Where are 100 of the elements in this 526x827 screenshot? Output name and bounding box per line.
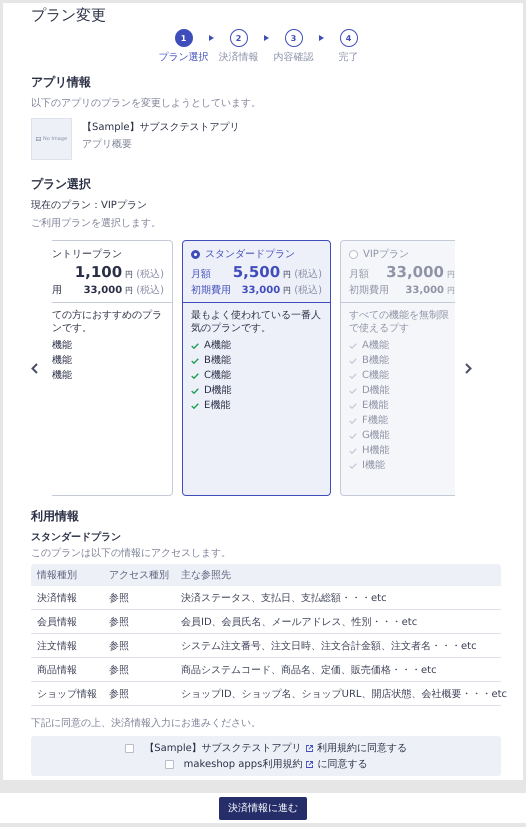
plan-name-heading: スタンダードプラン bbox=[31, 530, 122, 544]
step-label: 決済情報 bbox=[218, 50, 258, 64]
triangle-icon bbox=[264, 35, 268, 41]
currency-unit: 円 bbox=[447, 285, 455, 296]
feature-item: D機能 bbox=[204, 385, 232, 397]
terms-link[interactable]: 【Sample】サブスクテストアプリ bbox=[144, 741, 302, 755]
table-cell-text: 参照 bbox=[108, 640, 129, 652]
feature-item: C機能 bbox=[204, 370, 231, 382]
step-circle: 4 bbox=[340, 29, 358, 47]
table-cell-text: 決済情報 bbox=[36, 592, 77, 604]
feature-item: 機能 bbox=[52, 355, 72, 367]
feature-item: B機能 bbox=[362, 355, 389, 367]
tax-note: (税込) bbox=[294, 268, 322, 281]
check-icon bbox=[191, 373, 199, 379]
table-cell-text: 会員情報 bbox=[36, 616, 77, 628]
price-label: 用 bbox=[52, 284, 62, 297]
initial-price: 33,000 bbox=[84, 285, 122, 296]
next-button[interactable]: 決済情報に進む bbox=[219, 796, 307, 820]
table-cell-text: 注文情報 bbox=[36, 640, 77, 652]
feature-item: B機能 bbox=[204, 355, 231, 367]
check-icon bbox=[191, 403, 199, 409]
column-header: アクセス種別 bbox=[108, 569, 169, 582]
consent-text: に同意する bbox=[317, 758, 368, 771]
column-header: 情報種別 bbox=[36, 568, 77, 582]
feature-item: A機能 bbox=[362, 340, 389, 352]
step-circle: 3 bbox=[284, 29, 302, 47]
external-link-icon[interactable] bbox=[306, 760, 314, 768]
price-label: 月額 bbox=[349, 268, 369, 281]
current-plan: 現在のプラン：VIPプラン bbox=[31, 198, 148, 212]
currency-unit: 円 bbox=[283, 285, 292, 296]
chevron-right-icon[interactable] bbox=[465, 362, 472, 374]
helper-text: このプランは以下の情報にアクセスします。 bbox=[31, 546, 232, 560]
table-cell-text: 商品情報 bbox=[36, 664, 77, 676]
feature-item: 機能 bbox=[52, 370, 72, 382]
image-icon bbox=[36, 137, 41, 141]
step-label: 内容確認 bbox=[274, 50, 314, 64]
checkbox[interactable] bbox=[164, 760, 174, 768]
app-name: 【Sample】サブスクテストアプリ bbox=[82, 120, 240, 134]
triangle-icon bbox=[208, 35, 214, 41]
plan-name: VIPプラン bbox=[363, 248, 409, 261]
table-cell-text: 商品システムコード、商品名、定価、販売価格・・・etc bbox=[180, 664, 437, 676]
feature-item: D機能 bbox=[362, 385, 390, 397]
plan-card[interactable]: ントリープラン 1,100 円 (税込) 用 33,000 円 (税込) ての方におすすめのプランです。 機能 機能 機能 bbox=[52, 240, 173, 496]
table-cell-text: ショップID、ショップ名、ショップURL、開店状態、会社概要・・・etc bbox=[180, 688, 508, 700]
currency-unit: 円 bbox=[283, 269, 292, 280]
check-icon bbox=[349, 358, 357, 364]
radio-button[interactable] bbox=[191, 250, 200, 258]
tax-note: (税込) bbox=[294, 284, 322, 297]
page-title: プラン変更 bbox=[31, 6, 107, 25]
feature-item: F機能 bbox=[362, 415, 388, 427]
feature-item: I機能 bbox=[362, 460, 385, 472]
plan-name: ントリープラン bbox=[52, 248, 122, 261]
check-icon bbox=[191, 358, 199, 364]
section-heading: プラン選択 bbox=[31, 176, 92, 193]
plan-description: 最もよく使われている一番人気のプランです。 bbox=[191, 309, 322, 335]
check-icon bbox=[191, 388, 199, 394]
tax-note: (税込) bbox=[136, 268, 164, 281]
check-icon bbox=[349, 463, 357, 469]
check-icon bbox=[191, 343, 199, 349]
checkbox[interactable] bbox=[125, 744, 134, 752]
plan-description: ての方におすすめのプランです。 bbox=[52, 309, 163, 335]
step-label: プラン選択 bbox=[158, 50, 208, 64]
feature-item: C機能 bbox=[362, 370, 389, 382]
check-icon bbox=[349, 418, 357, 424]
check-icon bbox=[349, 403, 357, 409]
feature-item: 機能 bbox=[52, 340, 72, 352]
table-cell-text: 会員ID、会員氏名、メールアドレス、性別・・・etc bbox=[180, 616, 418, 628]
table-cell-text: 参照 bbox=[108, 664, 129, 676]
feature-item: G機能 bbox=[362, 430, 390, 442]
helper-text: 下記に同意の上、決済情報入力にお進みください。 bbox=[31, 716, 262, 730]
chevron-left-icon[interactable] bbox=[31, 362, 38, 374]
price-label: 月額 bbox=[191, 268, 211, 281]
section-heading: アプリ情報 bbox=[31, 74, 92, 91]
feature-item: A機能 bbox=[204, 340, 231, 352]
step-circle: 1 bbox=[174, 29, 192, 47]
table-cell-text: 決済ステータス、支払日、支払総額・・・etc bbox=[180, 592, 387, 604]
price-label: 初期費用 bbox=[191, 284, 231, 297]
table-cell-text: ショップ情報 bbox=[36, 688, 97, 700]
terms-link[interactable]: makeshop apps利用規約 bbox=[184, 757, 302, 771]
check-icon bbox=[349, 373, 357, 379]
helper-text: 以下のアプリのプランを変更しようとしています。 bbox=[31, 96, 262, 110]
check-icon bbox=[349, 448, 357, 454]
table-cell-text: 参照 bbox=[108, 688, 129, 700]
table-cell-text: 参照 bbox=[108, 592, 129, 604]
monthly-price: 33,000 bbox=[386, 263, 444, 281]
monthly-price: 1,100 bbox=[74, 263, 122, 281]
check-icon bbox=[349, 388, 357, 394]
currency-unit: 円 bbox=[125, 285, 134, 296]
monthly-price: 5,500 bbox=[232, 263, 280, 281]
plan-description: すべての機能を無制限で使えるプす bbox=[349, 309, 450, 335]
feature-item: E機能 bbox=[362, 400, 388, 412]
check-icon bbox=[349, 433, 357, 439]
plan-card[interactable]: スタンダードプラン 月額 5,500 円 (税込) 初期費用 33,000 円 (税込) 最もよく使われている一番人気のプランです。 A機能 B機能 C機能 D機能 E機能 bbox=[182, 240, 331, 496]
helper-text: ご利用プランを選択します。 bbox=[31, 216, 162, 230]
table-cell-text: システム注文番号、注文日時、注文合計金額、注文者名・・・etc bbox=[180, 640, 477, 652]
initial-price: 33,000 bbox=[242, 285, 280, 296]
section-heading: 利用情報 bbox=[31, 508, 80, 525]
price-label: 初期費用 bbox=[349, 284, 389, 297]
check-icon bbox=[349, 343, 357, 349]
external-link-icon[interactable] bbox=[306, 744, 313, 752]
